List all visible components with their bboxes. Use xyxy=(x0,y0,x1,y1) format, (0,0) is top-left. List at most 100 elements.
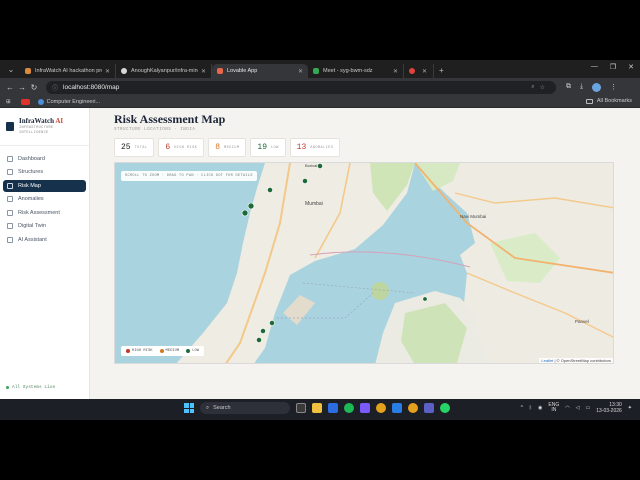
download-icon[interactable]: ⤓ xyxy=(580,83,583,91)
language-indicator[interactable]: ENG IN xyxy=(548,402,559,414)
bookmark-item[interactable]: Computer Engineeri... xyxy=(37,98,100,105)
risk-map[interactable]: Mumbai Navi Mumbai Panvel Borivali SCROL… xyxy=(114,162,614,364)
brand-ai: AI xyxy=(55,117,64,126)
taskbar-apps: ⌕ Search xyxy=(184,402,450,414)
map-hint: SCROLL TO ZOOM · DRAG TO PAN · CLICK DOT… xyxy=(121,171,257,181)
tab-favicon-icon xyxy=(217,68,223,74)
map-label-navi-mumbai: Navi Mumbai xyxy=(460,214,486,219)
tab-title: InfraWatch AI hackathon proje xyxy=(35,68,102,74)
extensions-icon[interactable]: ⧉ xyxy=(566,83,571,91)
map-marker-low[interactable] xyxy=(317,163,323,169)
bluetooth-icon[interactable]: ᛒ xyxy=(529,405,532,411)
sidebar-item-label: Structures xyxy=(18,169,44,175)
chrome-icon[interactable] xyxy=(376,403,386,413)
profile-avatar[interactable] xyxy=(592,82,602,92)
browser-tab[interactable]: InfraWatch AI hackathon proje ✕ xyxy=(20,64,116,78)
map-marker-low[interactable] xyxy=(422,296,428,302)
browser-tab[interactable]: AnoughKalyanpur/infra-mind-v ✕ xyxy=(116,64,212,78)
ferry-route xyxy=(302,282,416,294)
notification-icon[interactable]: ✦ xyxy=(628,405,632,411)
sidebar-item-label: Dashboard xyxy=(18,155,45,162)
map-marker-low[interactable] xyxy=(302,178,308,184)
port-area xyxy=(283,295,315,325)
sidebar-item-structures[interactable]: Structures xyxy=(3,166,86,178)
map-marker-low[interactable] xyxy=(247,202,255,210)
chrome-icon[interactable] xyxy=(408,403,418,413)
vscode-icon[interactable] xyxy=(392,403,402,413)
sidebar-item-risk-map[interactable]: Risk Map xyxy=(3,179,86,192)
whatsapp-icon[interactable] xyxy=(440,403,450,413)
chevron-up-icon[interactable]: ^ xyxy=(521,405,523,411)
back-icon[interactable]: ← xyxy=(4,83,16,92)
close-tab-icon[interactable]: ✕ xyxy=(298,68,303,75)
sidebar: InfraWatch AI INFRASTRUCTURE INTELLIGENCE… xyxy=(0,108,90,399)
url-text: localhost:8080/map xyxy=(63,83,120,91)
map-marker-low[interactable] xyxy=(269,320,275,326)
browser-tab[interactable]: ✕ xyxy=(404,64,434,78)
sidebar-item-label: Risk Assessment xyxy=(18,209,60,216)
volume-icon[interactable]: ◁ xyxy=(576,405,580,411)
windows-start-icon[interactable] xyxy=(184,403,194,413)
search-icon: ⌕ xyxy=(206,404,210,411)
leaflet-link[interactable]: Leaflet xyxy=(541,358,553,363)
wifi-icon[interactable]: ◠ xyxy=(565,405,569,411)
stat-value: 19 xyxy=(257,143,267,152)
browser-tab-active[interactable]: Lovable App ✕ xyxy=(212,64,308,78)
system-tray: ^ ᛒ ◉ ENG IN ◠ ◁ ▭ 13:30 13-03-2026 ✦ xyxy=(521,402,632,414)
stat-high-risk: 6 HIGH RISK xyxy=(158,138,205,157)
site-info-icon[interactable]: ⓘ xyxy=(52,83,58,92)
brand: InfraWatch AI INFRASTRUCTURE INTELLIGENCE xyxy=(0,108,89,146)
store-icon[interactable] xyxy=(360,403,370,413)
teams-icon[interactable] xyxy=(424,403,434,413)
sidebar-item-digital-twin[interactable]: Digital Twin xyxy=(3,220,86,232)
menu-icon[interactable]: ⋮ xyxy=(610,83,617,91)
map-marker-low[interactable] xyxy=(241,209,249,217)
map-marker-low[interactable] xyxy=(256,337,262,343)
star-icon[interactable]: ☆ xyxy=(540,84,545,91)
grid-icon xyxy=(7,155,13,162)
close-tab-icon[interactable]: ✕ xyxy=(201,68,206,75)
clock[interactable]: 13:30 13-03-2026 xyxy=(596,402,622,414)
taskbar-search[interactable]: ⌕ Search xyxy=(200,402,290,414)
map-marker-low[interactable] xyxy=(267,187,273,193)
apps-icon[interactable]: ⊞ xyxy=(6,99,11,105)
browser-toolbar: ← → ↻ ⓘ localhost:8080/map ⌕ ☆ ⧉ ⤓ ⋮ xyxy=(0,78,640,96)
map-legend: HIGH RISK MEDIUM LOW xyxy=(121,346,205,356)
tab-search-icon[interactable]: ⌄ xyxy=(4,62,18,76)
stat-anomalies: 13 ANOMALIES xyxy=(289,138,341,157)
main-content: Risk Assessment Map STRUCTURE LOCATIONS … xyxy=(90,108,640,399)
all-bookmarks[interactable]: All Bookmarks xyxy=(585,98,632,104)
battery-icon[interactable]: ▭ xyxy=(585,405,590,411)
close-tab-icon[interactable]: ✕ xyxy=(393,68,398,75)
tab-title: Lovable App xyxy=(227,68,258,74)
copilot-icon[interactable] xyxy=(328,403,338,413)
minimize-icon[interactable]: — xyxy=(591,63,598,71)
file-explorer-icon[interactable] xyxy=(312,403,322,413)
task-view-icon[interactable] xyxy=(296,403,306,413)
location-icon[interactable]: ◉ xyxy=(538,405,542,411)
chat-icon xyxy=(7,236,13,243)
new-tab-icon[interactable]: + xyxy=(439,66,444,75)
sidebar-item-anomalies[interactable]: Anomalies xyxy=(3,193,86,205)
address-bar[interactable]: ⓘ localhost:8080/map ⌕ ☆ xyxy=(46,80,556,94)
sidebar-item-risk-assessment[interactable]: Risk Assessment xyxy=(3,207,86,219)
close-tab-icon[interactable]: ✕ xyxy=(105,68,110,75)
sidebar-item-label: Anomalies xyxy=(18,196,44,202)
zoom-icon[interactable]: ⌕ xyxy=(531,84,534,91)
map-tiles[interactable]: Mumbai Navi Mumbai Panvel Borivali xyxy=(115,163,614,364)
sidebar-item-dashboard[interactable]: Dashboard xyxy=(3,153,86,165)
legend-label: MEDIUM xyxy=(165,349,180,353)
youtube-icon[interactable] xyxy=(20,98,30,105)
forward-icon[interactable]: → xyxy=(16,83,28,92)
maximize-icon[interactable]: ❐ xyxy=(610,63,616,71)
tab-title: AnoughKalyanpur/infra-mind-v xyxy=(131,68,198,74)
close-window-icon[interactable]: ✕ xyxy=(628,63,634,71)
tab-favicon-icon xyxy=(25,68,31,74)
island xyxy=(371,282,389,300)
spotify-icon[interactable] xyxy=(344,403,354,413)
browser-tab[interactable]: Meet - syg-bwm-sdz ✕ xyxy=(308,64,404,78)
close-tab-icon[interactable]: ✕ xyxy=(422,68,427,75)
map-marker-low[interactable] xyxy=(260,328,266,334)
sidebar-item-ai-assistant[interactable]: AI Assistant xyxy=(3,234,86,246)
reload-icon[interactable]: ↻ xyxy=(28,83,40,92)
